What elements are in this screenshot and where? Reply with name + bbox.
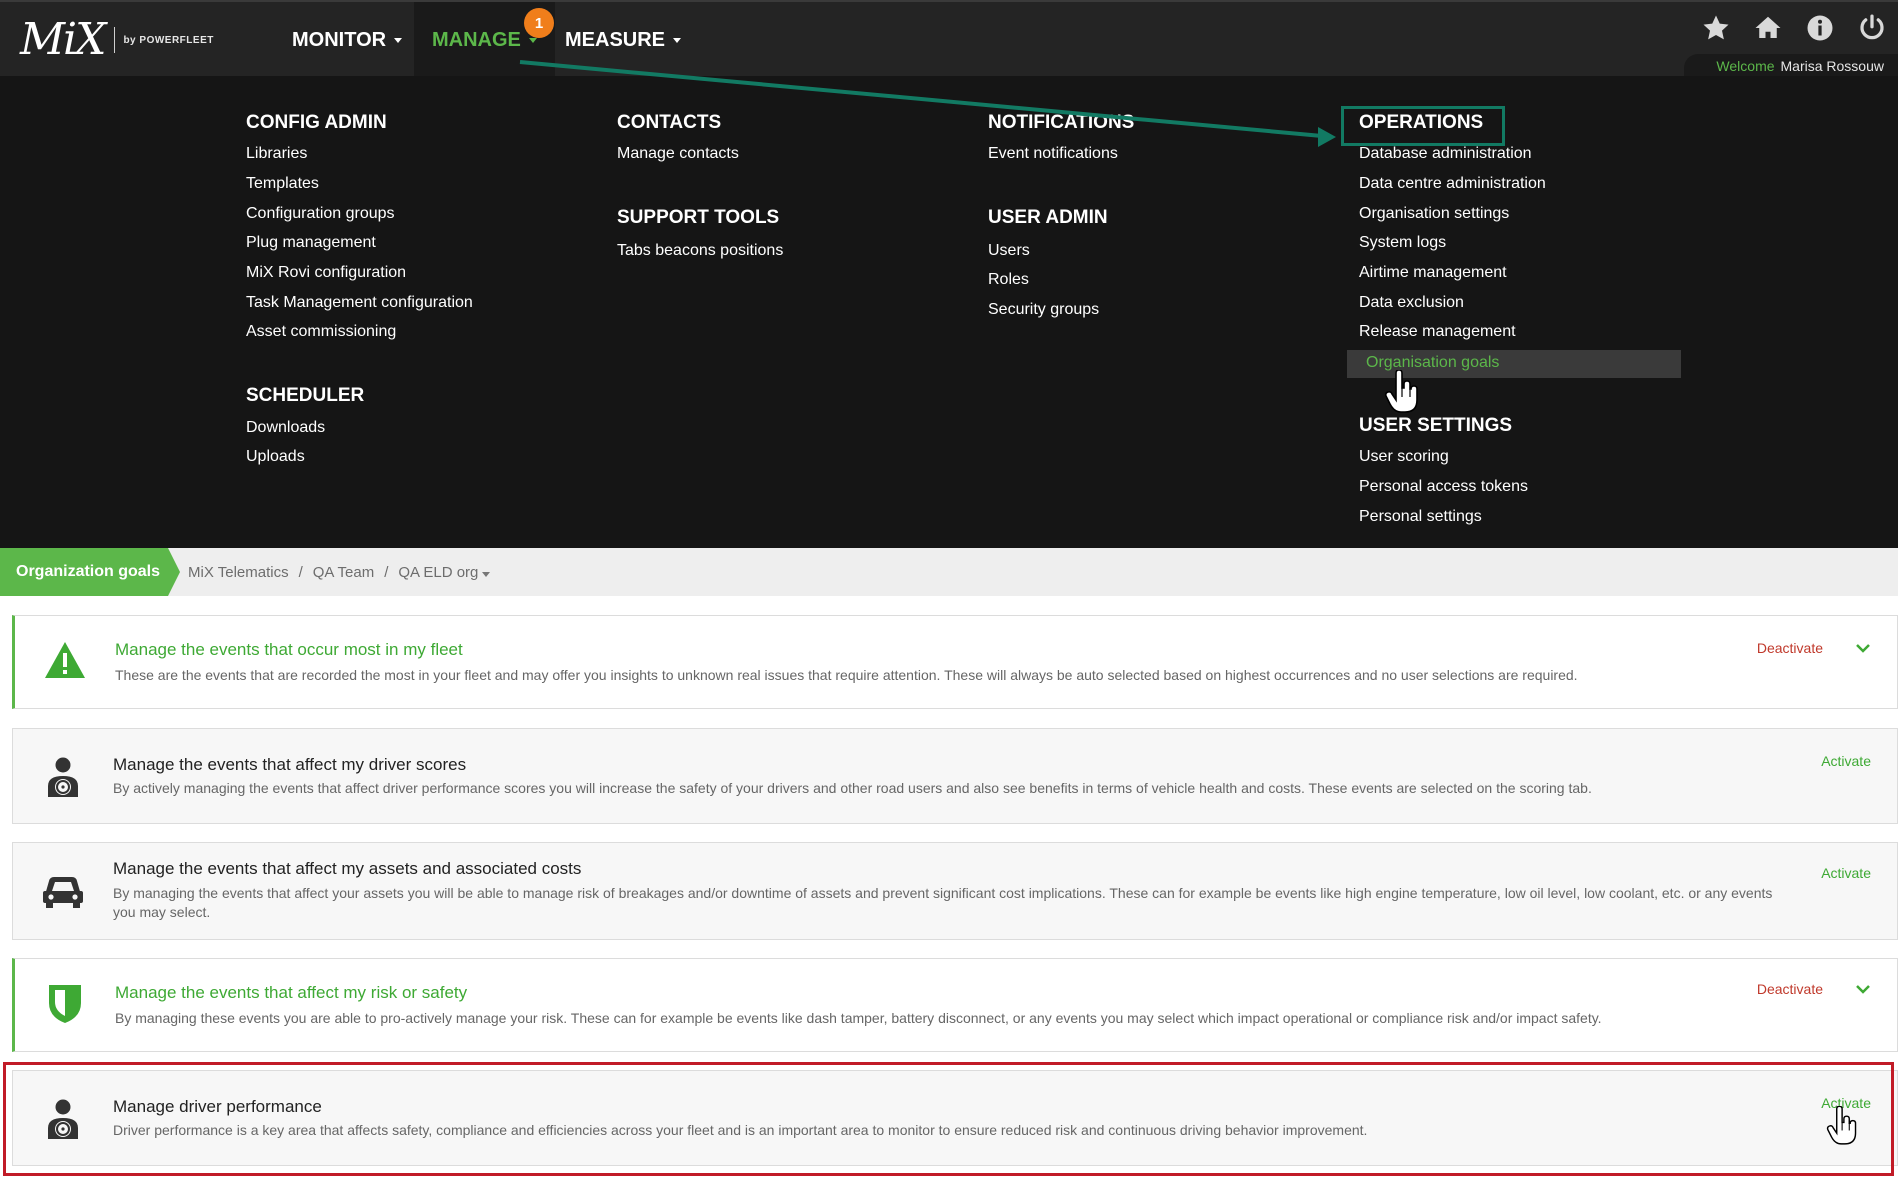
breadcrumb-item-team[interactable]: QA Team [313,564,374,581]
deactivate-button[interactable]: Deactivate [1757,640,1823,656]
menu-section-operations: OPERATIONS [1359,112,1484,133]
breadcrumb-org-label: QA ELD org [398,563,479,581]
menu-item-templates[interactable]: Templates [246,175,319,193]
menu-item-tabs-beacons-positions[interactable]: Tabs beacons positions [617,242,783,260]
user-name: Marisa Rossouw [1780,58,1884,74]
menu-item-security-groups[interactable]: Security groups [988,301,1099,319]
goal-title: Manage the events that affect my risk or… [115,983,468,1002]
breadcrumb-item-company[interactable]: MiX Telematics [188,564,289,581]
menu-item-users[interactable]: Users [988,242,1030,260]
chevron-down-icon [482,571,491,577]
menu-item-system-logs[interactable]: System logs [1359,234,1446,252]
menu-section-contacts: CONTACTS [617,112,722,133]
chevron-down-icon[interactable] [1851,636,1875,660]
chevron-down-icon [673,37,682,43]
goal-title: Manage the events that affect my assets … [113,859,582,878]
menu-section-notifications: NOTIFICATIONS [988,112,1135,133]
nav-measure-label: MEASURE [565,28,666,51]
menu-item-data-exclusion[interactable]: Data exclusion [1359,294,1464,312]
goal-card-driver-performance: Manage driver performance Driver perform… [12,1070,1898,1166]
menu-item-task-management-configuration[interactable]: Task Management configuration [246,294,473,312]
logo-text: MiX [20,14,106,65]
welcome-label: Welcome [1716,58,1775,74]
menu-section-scheduler: SCHEDULER [246,385,365,406]
power-icon[interactable] [1856,12,1888,44]
menu-item-roles[interactable]: Roles [988,271,1029,289]
menu-item-data-centre-administration[interactable]: Data centre administration [1359,175,1546,193]
activate-button[interactable]: Activate [1821,753,1871,769]
star-icon[interactable] [1700,12,1732,44]
menu-item-configuration-groups[interactable]: Configuration groups [246,205,395,223]
menu-section-user-admin: USER ADMIN [988,207,1108,228]
step-badge: 1 [524,8,554,38]
menu-item-event-notifications[interactable]: Event notifications [988,145,1118,163]
menu-item-plug-management[interactable]: Plug management [246,234,376,252]
menu-item-database-administration[interactable]: Database administration [1359,145,1532,163]
menu-item-manage-contacts[interactable]: Manage contacts [617,145,739,163]
logo-divider [114,27,116,53]
chevron-down-icon [394,37,403,43]
info-icon[interactable] [1804,12,1836,44]
hand-cursor-icon [1826,1105,1864,1150]
menu-section-config-admin: CONFIG ADMIN [246,112,387,133]
nav-monitor-label: MONITOR [292,28,387,51]
page-title-tab: Organization goals [0,548,180,596]
welcome-user[interactable]: Welcome Marisa Rossouw [1684,54,1898,78]
breadcrumb-separator: / [384,563,389,581]
menu-item-uploads[interactable]: Uploads [246,448,305,466]
chevron-down-icon [528,37,537,43]
mix-logo[interactable]: MiX by POWERFLEET [20,18,214,62]
goal-title: Manage the events that occur most in my … [115,640,463,659]
manage-mega-menu: CONFIG ADMIN Libraries Templates Configu… [0,76,1898,548]
breadcrumb-separator: / [298,563,303,581]
breadcrumb-bar: Organization goals MiX Telematics / QA T… [0,548,1898,596]
goal-card-most-events: Manage the events that occur most in my … [12,615,1898,709]
goal-description: By actively managing the events that aff… [113,780,1592,796]
shield-icon [41,979,89,1027]
breadcrumb: MiX Telematics / QA Team / QA ELD org [188,548,491,596]
nav-manage-label: MANAGE [432,28,521,51]
goal-title: Manage driver performance [113,1097,322,1116]
nav-monitor[interactable]: MONITOR [292,2,403,78]
top-navigation-bar: MiX by POWERFLEET MONITOR MANAGE 1 MEASU… [0,0,1898,78]
warning-icon [41,636,89,684]
menu-item-asset-commissioning[interactable]: Asset commissioning [246,323,396,341]
deactivate-button[interactable]: Deactivate [1757,981,1823,997]
goal-description: By managing the events that affect your … [113,885,1773,920]
activate-button[interactable]: Activate [1821,865,1871,881]
driver-icon [39,1095,87,1143]
goal-card-assets-costs: Manage the events that affect my assets … [12,842,1898,940]
menu-section-support-tools: SUPPORT TOOLS [617,207,780,228]
goal-title: Manage the events that affect my driver … [113,755,467,774]
menu-item-airtime-management[interactable]: Airtime management [1359,264,1507,282]
menu-item-release-management[interactable]: Release management [1359,323,1516,341]
logo-byline: by POWERFLEET [123,34,214,46]
breadcrumb-item-org[interactable]: QA ELD org [398,563,491,581]
goal-description: By managing these events you are able to… [115,1010,1602,1026]
hand-cursor-icon [1384,369,1422,414]
menu-section-user-settings: USER SETTINGS [1359,415,1513,436]
home-icon[interactable] [1752,12,1784,44]
menu-item-personal-settings[interactable]: Personal settings [1359,508,1482,526]
header-icons [1700,12,1898,44]
menu-item-libraries[interactable]: Libraries [246,145,307,163]
car-icon [39,867,87,915]
goal-card-driver-scores: Manage the events that affect my driver … [12,728,1898,824]
driver-icon [39,753,87,801]
menu-item-organisation-settings[interactable]: Organisation settings [1359,205,1509,223]
menu-item-downloads[interactable]: Downloads [246,419,325,437]
goal-card-risk-safety: Manage the events that affect my risk or… [12,958,1898,1052]
goal-description: These are the events that are recorded t… [115,667,1578,683]
menu-item-user-scoring[interactable]: User scoring [1359,448,1449,466]
menu-item-mix-rovi-configuration[interactable]: MiX Rovi configuration [246,264,406,282]
chevron-down-icon[interactable] [1851,977,1875,1001]
menu-item-personal-access-tokens[interactable]: Personal access tokens [1359,478,1528,496]
screen: MiX by POWERFLEET MONITOR MANAGE 1 MEASU… [0,0,1898,1200]
goal-description: Driver performance is a key area that af… [113,1122,1368,1138]
nav-measure[interactable]: MEASURE [565,2,682,78]
